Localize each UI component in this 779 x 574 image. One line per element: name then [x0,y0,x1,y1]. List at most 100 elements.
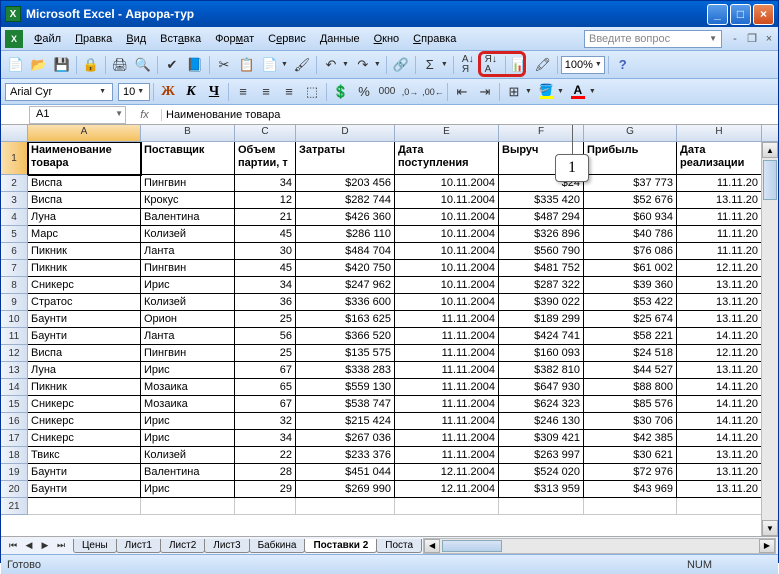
save-button[interactable]: 💾 [51,54,73,76]
cell[interactable]: 34 [235,277,296,294]
cell[interactable]: 12 [235,192,296,209]
fill-color-button[interactable]: 🪣 [535,81,557,103]
cell[interactable]: 28 [235,464,296,481]
sheet-tab[interactable]: Лист3 [204,539,249,553]
increase-decimal-button[interactable]: ,0→ [399,81,421,103]
cell[interactable]: $60 934 [584,209,677,226]
row-header[interactable]: 20 [1,481,28,498]
cell[interactable]: $61 002 [584,260,677,277]
cell[interactable]: $203 456 [296,175,395,192]
row-header[interactable]: 17 [1,430,28,447]
menu-format[interactable]: Формат [208,30,261,48]
cut-button[interactable]: ✂ [213,54,235,76]
cell[interactable]: $30 621 [584,447,677,464]
row-header[interactable]: 11 [1,328,28,345]
align-right-button[interactable]: ≡ [278,81,300,103]
cell[interactable]: 13.11.20 [677,464,762,481]
name-box[interactable]: A1▼ [29,106,126,124]
cell[interactable]: Сникерс [28,277,141,294]
cell[interactable]: $336 600 [296,294,395,311]
vertical-scrollbar[interactable]: ▲ ▼ [761,142,778,536]
cell[interactable]: Луна [28,209,141,226]
cell[interactable]: $426 360 [296,209,395,226]
cell-H1[interactable]: Дата реализации [677,142,762,175]
workbook-restore-button[interactable]: ❐ [745,32,759,46]
cell[interactable]: $246 130 [499,413,584,430]
cell[interactable]: Баунти [28,328,141,345]
minimize-button[interactable]: _ [707,4,728,25]
new-button[interactable]: 📄 [5,54,27,76]
cell[interactable]: $624 323 [499,396,584,413]
horizontal-scrollbar[interactable]: ◀ ▶ [423,538,776,554]
cell[interactable]: Ланта [141,328,235,345]
sheet-tab[interactable]: Лист2 [160,539,205,553]
cell[interactable]: 22 [235,447,296,464]
cell[interactable] [28,498,141,515]
cell-A1[interactable]: Наименование товара [28,142,141,175]
row-header[interactable]: 16 [1,413,28,430]
cell[interactable]: 67 [235,362,296,379]
cell[interactable]: 11.11.2004 [395,430,499,447]
row-header[interactable]: 3 [1,192,28,209]
percent-button[interactable]: % [353,81,375,103]
row-header[interactable]: 9 [1,294,28,311]
workbook-minimize-button[interactable]: - [728,32,742,46]
tab-last-button[interactable]: ⏭ [53,539,69,553]
cell[interactable]: 13.11.20 [677,277,762,294]
cell[interactable]: $52 676 [584,192,677,209]
cell[interactable]: $524 020 [499,464,584,481]
research-button[interactable]: 📘 [184,54,206,76]
cell[interactable]: 11.11.2004 [395,311,499,328]
cell[interactable]: 14.11.20 [677,328,762,345]
row-header[interactable]: 7 [1,260,28,277]
cell[interactable]: Крокус [141,192,235,209]
sheet-tab[interactable]: Поставки 2 [304,539,377,553]
tab-prev-button[interactable]: ◀ [21,539,37,553]
cell[interactable]: $282 744 [296,192,395,209]
scroll-down-button[interactable]: ▼ [762,520,778,536]
help-question-input[interactable]: Введите вопрос▼ [584,30,722,48]
cell[interactable]: $85 576 [584,396,677,413]
cell[interactable]: $30 706 [584,413,677,430]
cell[interactable]: $269 990 [296,481,395,498]
cell[interactable]: 13.11.20 [677,192,762,209]
cell[interactable]: 10.11.2004 [395,175,499,192]
format-painter-button[interactable]: 🖌 [291,54,313,76]
row-header[interactable]: 14 [1,379,28,396]
zoom-input[interactable]: 100%▼ [561,56,605,74]
cell[interactable]: $560 790 [499,243,584,260]
cell[interactable]: Марс [28,226,141,243]
cell[interactable]: 10.11.2004 [395,277,499,294]
permissions-button[interactable]: 🔒 [80,54,102,76]
cell[interactable]: Ирис [141,413,235,430]
cell[interactable]: 10.11.2004 [395,260,499,277]
cell-B1[interactable]: Поставщик [141,142,235,175]
print-button[interactable]: 🖨 [109,54,131,76]
cell[interactable]: $390 022 [499,294,584,311]
row-header[interactable]: 5 [1,226,28,243]
cell[interactable]: $25 674 [584,311,677,328]
cell[interactable]: 10.11.2004 [395,226,499,243]
cell[interactable]: $487 294 [499,209,584,226]
menu-view[interactable]: Вид [119,30,153,48]
cell[interactable]: 11.11.2004 [395,362,499,379]
paste-button[interactable]: 📄 [259,54,281,76]
cell[interactable]: 45 [235,260,296,277]
col-header-H[interactable]: H [677,125,762,141]
row-header[interactable]: 15 [1,396,28,413]
cell[interactable] [499,498,584,515]
cell[interactable]: Колизей [141,226,235,243]
row-header[interactable]: 2 [1,175,28,192]
cell[interactable]: $58 221 [584,328,677,345]
cell[interactable]: 11.11.2004 [395,413,499,430]
cell[interactable] [395,498,499,515]
cell[interactable]: Ирис [141,430,235,447]
col-header-D[interactable]: D [296,125,395,141]
cell[interactable]: 45 [235,226,296,243]
cell[interactable]: $647 930 [499,379,584,396]
row-header[interactable]: 12 [1,345,28,362]
cell[interactable]: Баунти [28,464,141,481]
decrease-decimal-button[interactable]: ,00← [422,81,444,103]
cell[interactable]: 13.11.20 [677,481,762,498]
cell[interactable]: Виспа [28,345,141,362]
